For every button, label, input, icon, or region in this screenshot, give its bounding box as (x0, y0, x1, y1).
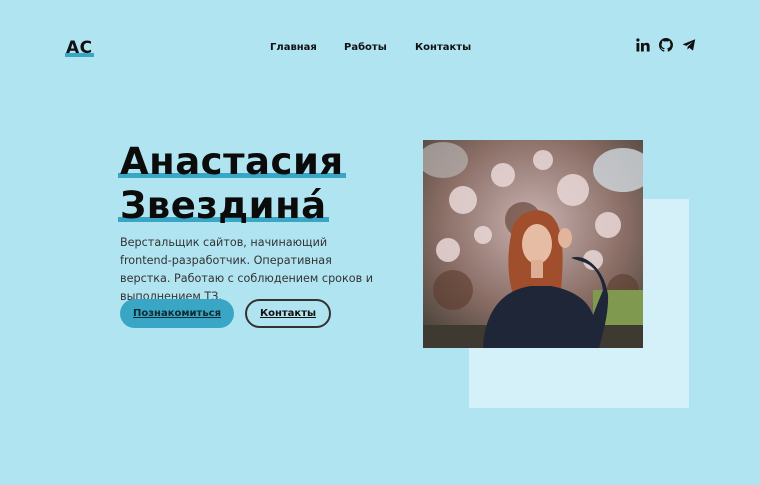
logo-text: AC (66, 38, 93, 58)
nav-item-home[interactable]: Главная (270, 42, 317, 53)
hero-title-line-2: Звездина́ (118, 184, 329, 227)
nav-item-works[interactable]: Работы (344, 42, 387, 53)
telegram-icon[interactable] (682, 38, 696, 52)
meet-button[interactable]: Познакомиться (120, 299, 234, 328)
linkedin-icon[interactable] (636, 38, 650, 52)
profile-photo (423, 140, 643, 348)
logo[interactable]: AC (65, 38, 94, 58)
github-icon[interactable] (659, 38, 673, 52)
hero-description: Верстальщик сайтов, начинающий frontend-… (120, 236, 374, 303)
hero-title-line-1: Анастасия (118, 140, 346, 183)
nav-item-contacts[interactable]: Контакты (415, 42, 471, 53)
hero-title: Анастасия Звездина́ (118, 140, 346, 228)
social-links (636, 38, 696, 52)
contacts-button[interactable]: Контакты (245, 299, 331, 328)
